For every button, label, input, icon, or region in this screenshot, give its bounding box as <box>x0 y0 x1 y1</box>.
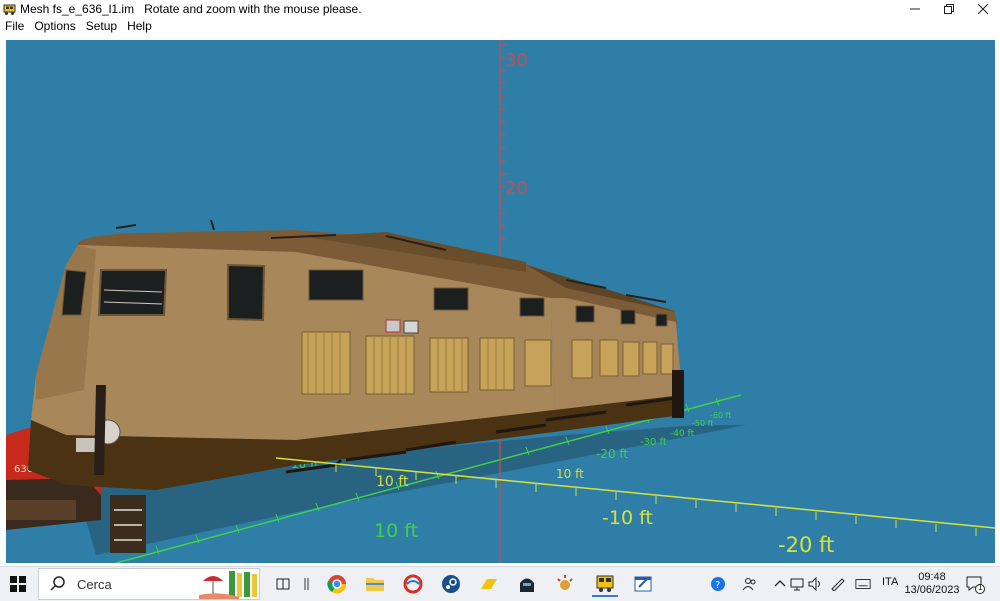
taskbar-separator <box>294 571 320 597</box>
close-button[interactable] <box>966 0 1000 18</box>
tray-expand[interactable] <box>772 576 788 592</box>
taskbar-explorer[interactable] <box>362 571 388 597</box>
axis-label-30: 30 <box>505 50 528 71</box>
close-icon <box>978 4 988 14</box>
search-box[interactable]: Cerca <box>38 568 260 600</box>
green-label-6: -60 ft <box>710 411 731 420</box>
editor-icon <box>634 576 652 592</box>
green-label-4: -40 ft <box>670 429 695 439</box>
steam-icon <box>442 575 460 593</box>
clock-date: 13/06/2023 <box>904 584 960 596</box>
tray-network[interactable] <box>790 576 806 592</box>
tray-pen[interactable] <box>830 576 846 592</box>
svg-text:?: ? <box>715 580 720 591</box>
chevron-up-icon <box>774 580 786 587</box>
clock-time: 09:48 <box>918 571 946 583</box>
notification-center-button[interactable]: 1 <box>965 574 985 594</box>
window-instruction: Rotate and zoom with the mouse please. <box>144 2 362 16</box>
restore-button[interactable] <box>932 0 966 18</box>
minimize-icon <box>910 8 920 10</box>
menu-setup[interactable]: Setup <box>81 18 122 34</box>
start-button[interactable] <box>0 567 36 601</box>
minimize-button[interactable] <box>898 0 932 18</box>
keyboard-icon <box>855 579 871 589</box>
search-icon <box>50 576 65 591</box>
mesh-scene: 10 ft -20 ft -30 ft -40 ft -50 ft -60 ft… <box>6 40 995 563</box>
green-label-1: 10 ft <box>374 520 418 542</box>
axis-label-20: 20 <box>505 178 528 199</box>
search-placeholder: Cerca <box>77 576 112 592</box>
taskbar-mesh-viewer[interactable] <box>592 571 618 597</box>
tray-help[interactable]: ? <box>710 576 726 592</box>
volume-icon <box>808 577 820 591</box>
chrome-icon <box>327 575 347 594</box>
language-indicator[interactable]: ITA <box>882 576 898 588</box>
yellow-label-3: -20 ft <box>778 533 834 557</box>
title-bar: Mesh fs_e_636_l1.im Rotate and zoom with… <box>0 0 1000 18</box>
window-title: Mesh fs_e_636_l1.im <box>20 2 135 16</box>
pen-icon <box>831 578 845 591</box>
taskbar-chrome[interactable] <box>324 571 350 597</box>
yellow-label-4: 10 ft <box>556 467 584 481</box>
yellow-label-2: -10 ft <box>602 507 653 529</box>
locomotive-app-icon <box>596 575 614 592</box>
taskbar-app-sun[interactable] <box>552 571 578 597</box>
ccleaner-icon <box>403 574 423 594</box>
menu-file[interactable]: File <box>0 18 29 34</box>
menu-bar: File Options Setup Help <box>0 18 1000 34</box>
network-icon <box>790 578 804 591</box>
menu-help[interactable]: Help <box>122 18 157 34</box>
help-icon: ? <box>711 577 725 591</box>
tray-volume[interactable] <box>808 576 824 592</box>
sun-icon <box>557 575 573 590</box>
green-label-3: -30 ft <box>640 437 667 448</box>
search-highlight-icon <box>199 571 257 599</box>
tray-people[interactable] <box>742 576 758 592</box>
taskbar: Cerca ? ITA 09:48 13/06/2023 1 <box>0 566 1000 601</box>
mesh-viewport[interactable]: 10 ft -20 ft -30 ft -40 ft -50 ft -60 ft… <box>6 40 995 563</box>
separator-icon <box>304 578 309 590</box>
clock[interactable]: 09:48 13/06/2023 <box>904 571 960 597</box>
green-label-5: -50 ft <box>692 419 713 428</box>
darth-icon <box>520 578 534 592</box>
tray-keyboard[interactable] <box>855 576 871 592</box>
taskbar-folder[interactable] <box>476 571 502 597</box>
people-icon <box>742 578 756 591</box>
taskbar-ccleaner[interactable] <box>400 571 426 597</box>
task-view-icon <box>276 578 290 590</box>
taskbar-steam[interactable] <box>438 571 464 597</box>
taskbar-editor[interactable] <box>630 571 656 597</box>
windows-icon <box>10 576 26 592</box>
task-view-button[interactable] <box>270 571 296 597</box>
notification-count: 1 <box>978 583 983 592</box>
green-label-2: -20 ft <box>596 447 628 461</box>
restore-icon <box>944 4 954 14</box>
menu-options[interactable]: Options <box>29 18 80 34</box>
taskbar-app-dark[interactable] <box>514 571 540 597</box>
yellow-label-1: 10 ft <box>376 474 409 490</box>
file-explorer-icon <box>366 578 384 591</box>
locomotive-icon <box>2 2 16 16</box>
folder-yellow-icon <box>481 579 497 589</box>
